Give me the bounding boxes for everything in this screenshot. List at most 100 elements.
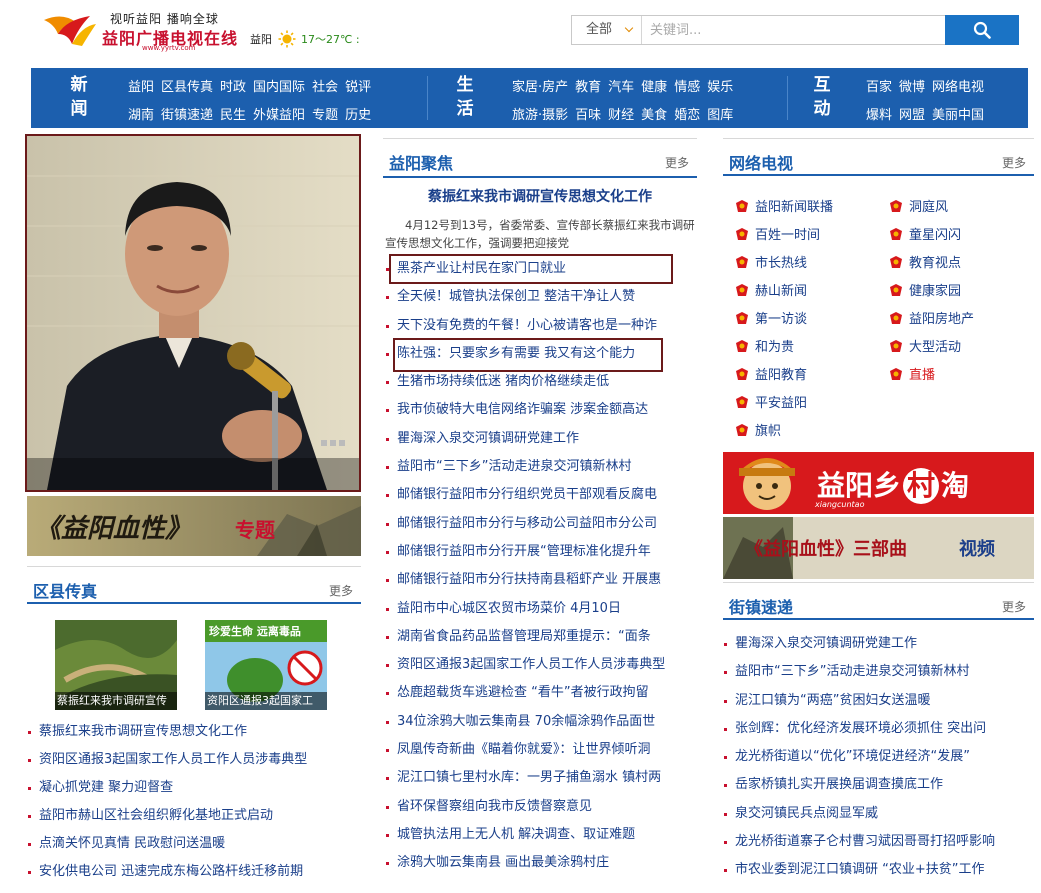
nav-link[interactable]: 美丽中国 <box>932 108 984 123</box>
nav-link[interactable]: 旅游·摄影 <box>512 108 568 123</box>
hero-slideshow[interactable] <box>25 134 361 492</box>
nav-link[interactable]: 百家 <box>866 80 892 95</box>
tv-channel-link[interactable]: 洞庭风 <box>889 196 948 224</box>
nav-link[interactable]: 国内国际 <box>253 80 305 95</box>
search-input[interactable] <box>644 16 944 44</box>
list-item[interactable]: 涂鸦大咖云集南县 画出最美涂鸦村庄 <box>385 849 697 877</box>
tv-channel-link[interactable]: 第一访谈 <box>735 308 807 336</box>
list-item[interactable]: 泥江口镇为“两癌”贫困妇女送温暖 <box>723 687 1034 715</box>
tv-channel-link[interactable]: 旗帜 <box>735 420 781 448</box>
list-item[interactable]: 岳家桥镇扎实开展换届调查摸底工作 <box>723 771 1034 799</box>
blood-trilogy-banner[interactable]: 《益阳血性》三部曲 视频 <box>723 517 1034 579</box>
blood-special-banner[interactable]: 《益阳血性》 专题 <box>27 496 361 556</box>
list-item[interactable]: 凤凰传奇新曲《瞄着你就爱》：让世界倾听洞 <box>385 736 697 764</box>
list-item[interactable]: 天下没有免费的午餐！小心被请客也是一种诈 <box>385 312 697 340</box>
thumbnail[interactable]: 蔡振红来我市调研宣传 <box>55 620 177 710</box>
list-item[interactable]: 益阳市中心城区农贸市场菜价 4月10日 <box>385 595 697 623</box>
list-item[interactable]: 全天候！城管执法保创卫 整洁干净让人赞 <box>385 283 697 311</box>
street-news-more-link[interactable]: 更多 <box>1002 598 1026 615</box>
nav-link[interactable]: 民生 <box>220 108 246 123</box>
list-item[interactable]: 城管执法用上无人机 解决调查、取证难题 <box>385 821 697 849</box>
list-item[interactable]: 34位涂鸦大咖云集南县 70余幅涂鸦作品面世 <box>385 708 697 736</box>
tv-more-link[interactable]: 更多 <box>1002 154 1026 171</box>
list-item[interactable]: 资阳区通报3起国家工作人员工作人员涉毒典型 <box>385 651 697 679</box>
list-item[interactable]: 益阳市赫山区社会组织孵化基地正式启动 <box>27 802 361 830</box>
list-item[interactable]: 安化供电公司 迅速完成东梅公路杆线迁移前期 <box>27 858 361 886</box>
focus-lead-headline[interactable]: 蔡振红来我市调研宣传思想文化工作 <box>383 186 697 206</box>
nav-link[interactable]: 社会 <box>312 80 338 95</box>
village-shop-banner[interactable]: 益阳乡村淘 xiangcuntao <box>723 452 1034 514</box>
slide-dot[interactable] <box>339 440 345 446</box>
list-item[interactable]: 益阳市“三下乡”活动走进泉交河镇新林村 <box>385 453 697 481</box>
nav-link[interactable]: 汽车 <box>608 80 634 95</box>
nav-link[interactable]: 外媒益阳 <box>253 108 305 123</box>
nav-link[interactable]: 图库 <box>707 108 733 123</box>
tv-channel-link[interactable]: 大型活动 <box>889 336 961 364</box>
list-item[interactable]: 邮储银行益阳市分行与移动公司益阳市分公司 <box>385 510 697 538</box>
focus-more-link[interactable]: 更多 <box>665 154 689 171</box>
slide-dot[interactable] <box>330 440 336 446</box>
nav-link[interactable]: 情感 <box>674 80 700 95</box>
nav-link[interactable]: 美食 <box>641 108 667 123</box>
nav-link[interactable]: 家居·房产 <box>512 80 568 95</box>
tv-channel-link[interactable]: 教育视点 <box>889 252 961 280</box>
county-news-more-link[interactable]: 更多 <box>329 582 353 599</box>
thumbnail[interactable]: 珍爱生命 远离毒品 资阳区通报3起国家工 <box>205 620 327 710</box>
nav-link[interactable]: 百味 <box>575 108 601 123</box>
nav-link[interactable]: 健康 <box>641 80 667 95</box>
nav-link[interactable]: 区县传真 <box>161 80 213 95</box>
nav-link[interactable]: 历史 <box>345 108 371 123</box>
list-item[interactable]: 省环保督察组向我市反馈督察意见 <box>385 793 697 821</box>
list-item[interactable]: 点滴关怀见真情 民政慰问送温暖 <box>27 830 361 858</box>
tv-channel-link[interactable]: 童星闪闪 <box>889 224 961 252</box>
nav-link[interactable]: 锐评 <box>345 80 371 95</box>
slide-dot[interactable] <box>321 440 327 446</box>
list-item[interactable]: 资阳区通报3起国家工作人员工作人员涉毒典型 <box>27 746 361 774</box>
list-item[interactable]: 龙光桥街道寨子仑村曹习斌因哥哥打招呼影响 <box>723 828 1034 856</box>
nav-link[interactable]: 湖南 <box>128 108 154 123</box>
tv-channel-link[interactable]: 和为贵 <box>735 336 794 364</box>
tv-channel-link[interactable]: 益阳教育 <box>735 364 807 392</box>
nav-link[interactable]: 专题 <box>312 108 338 123</box>
list-item[interactable]: 邮储银行益阳市分行扶持南县稻虾产业 开展惠 <box>385 566 697 594</box>
nav-link[interactable]: 教育 <box>575 80 601 95</box>
search-button[interactable] <box>945 15 1019 45</box>
nav-link[interactable]: 微博 <box>899 80 925 95</box>
tv-live-link[interactable]: 直播 <box>889 364 935 392</box>
tv-channel-link[interactable]: 益阳新闻联播 <box>735 196 833 224</box>
tv-channel-link[interactable]: 健康家园 <box>889 280 961 308</box>
list-item[interactable]: 瞿海深入泉交河镇调研党建工作 <box>723 630 1034 658</box>
list-item[interactable]: 泉交河镇民兵点阅显军威 <box>723 800 1034 828</box>
nav-link[interactable]: 婚恋 <box>674 108 700 123</box>
nav-link[interactable]: 财经 <box>608 108 634 123</box>
list-item[interactable]: 龙光桥街道以“优化”环境促进经济“发展” <box>723 743 1034 771</box>
tv-channel-link[interactable]: 百姓一时间 <box>735 224 820 252</box>
list-item[interactable]: 生猪市场持续低迷 猪肉价格继续走低 <box>385 368 697 396</box>
list-item[interactable]: 泥江口镇七里村水库：一男子捕鱼溺水 镇村两 <box>385 764 697 792</box>
list-item[interactable]: 市农业委到泥江口镇调研 “农业+扶贫”工作 <box>723 856 1034 884</box>
nav-link[interactable]: 时政 <box>220 80 246 95</box>
tv-channel-link[interactable]: 益阳房地产 <box>889 308 974 336</box>
list-item[interactable]: 瞿海深入泉交河镇调研党建工作 <box>385 425 697 453</box>
nav-link[interactable]: 网络电视 <box>932 80 984 95</box>
list-item[interactable]: 我市侦破特大电信网络诈骗案 涉案金额高达 <box>385 396 697 424</box>
list-item[interactable]: 怂鹿超载货车逃避检查 “看牛”者被行政拘留 <box>385 679 697 707</box>
list-item[interactable]: 邮储银行益阳市分行组织党员干部观看反腐电 <box>385 481 697 509</box>
tv-channel-link[interactable]: 市长热线 <box>735 252 807 280</box>
tv-channel-link[interactable]: 赫山新闻 <box>735 280 807 308</box>
nav-link[interactable]: 益阳 <box>128 80 154 95</box>
list-item[interactable]: 蔡振红来我市调研宣传思想文化工作 <box>27 718 361 746</box>
list-item[interactable]: 凝心抓党建 聚力迎督查 <box>27 774 361 802</box>
nav-link[interactable]: 街镇速递 <box>161 108 213 123</box>
tv-channel-link[interactable]: 平安益阳 <box>735 392 807 420</box>
nav-link[interactable]: 爆料 <box>866 108 892 123</box>
nav-link[interactable]: 娱乐 <box>707 80 733 95</box>
list-item[interactable]: 张剑辉：优化经济发展环境必须抓住 突出问 <box>723 715 1034 743</box>
nav-link[interactable]: 网盟 <box>899 108 925 123</box>
search-scope-select[interactable]: 全部 <box>572 16 642 44</box>
site-logo[interactable]: 视听益阳 播响全球 益阳广播电视在线 www.yyrtv.com <box>42 8 262 52</box>
list-item[interactable]: 湖南省食品药品监督管理局郑重提示：“面条 <box>385 623 697 651</box>
list-item[interactable]: 邮储银行益阳市分行开展“管理标准化提升年 <box>385 538 697 566</box>
list-item[interactable]: 益阳市“三下乡”活动走进泉交河镇新林村 <box>723 658 1034 686</box>
slide-indicators[interactable] <box>318 435 345 450</box>
